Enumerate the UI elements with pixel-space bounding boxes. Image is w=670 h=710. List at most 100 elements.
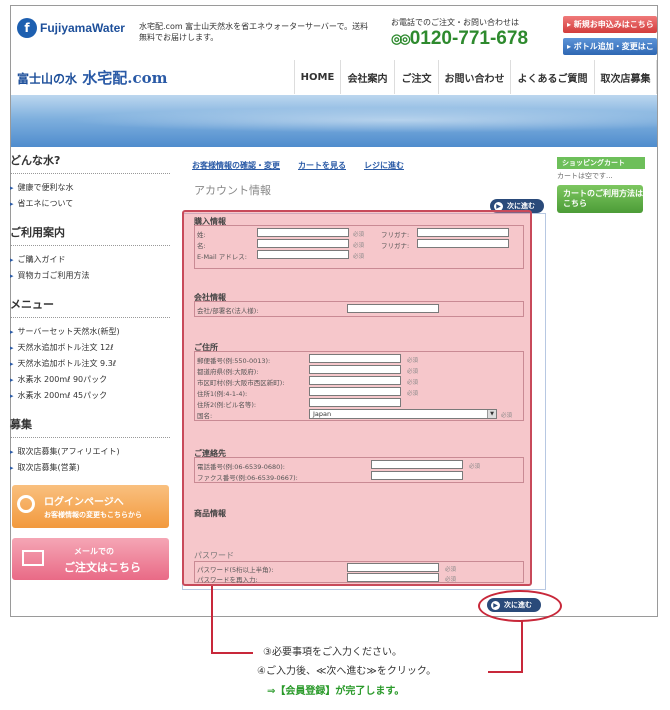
- sidebar-heading-recruit: 募集: [10, 416, 170, 438]
- fuji-logo-icon: f: [17, 18, 37, 38]
- postal-input[interactable]: [309, 354, 401, 363]
- instruction-complete: ⇒【会員登録】が完了します。: [267, 686, 405, 697]
- label-postal: 郵便番号(例:550-0013):: [197, 357, 271, 365]
- mail-order-button[interactable]: メールでの ご注文はこちら: [12, 538, 169, 580]
- nav-item-order[interactable]: ご注文: [395, 60, 439, 94]
- city-input[interactable]: [309, 376, 401, 385]
- site-logo[interactable]: f FujiyamaWater: [17, 18, 125, 38]
- sidebar-item-bottle-12[interactable]: 天然水追加ボトル注文 12ℓ: [10, 340, 170, 356]
- password-confirm-input[interactable]: [347, 573, 439, 582]
- address1-input[interactable]: [309, 387, 401, 396]
- label-prefecture: 都道府県(例:大阪府):: [197, 368, 259, 376]
- login-page-button[interactable]: ログインページへ お客様情報の変更もこちらから: [12, 485, 169, 528]
- envelope-icon: [22, 550, 44, 566]
- section-password-title: パスワード: [194, 551, 234, 560]
- nav-item-faq[interactable]: よくあるご質問: [511, 60, 595, 94]
- link-customer-info[interactable]: お客様情報の確認・変更: [192, 160, 280, 171]
- sidebar-heading-water: どんな水?: [10, 152, 170, 174]
- login-title: ログインページへ: [44, 497, 124, 508]
- nav-item-agent[interactable]: 取次店募集: [595, 60, 657, 94]
- sidebar-list-menu: サーバーセット天然水(新型) 天然水追加ボトル注文 12ℓ 天然水追加ボトル注文…: [10, 324, 170, 404]
- label-email: E-Mail アドレス:: [197, 253, 247, 261]
- nav-item-contact[interactable]: お問い合わせ: [439, 60, 511, 94]
- label-address1: 住所1(例:4-1-4):: [197, 390, 248, 398]
- sidebar-heading-guide: ご利用案内: [10, 224, 170, 246]
- logo-text: FujiyamaWater: [40, 21, 125, 35]
- instruction-step4: ④ご入力後、≪次へ進む≫をクリック。: [257, 666, 437, 677]
- site-header: f FujiyamaWater 水宅配.com 富士山天然水を省エネウォーターサ…: [11, 6, 657, 68]
- last-name-input[interactable]: [257, 228, 349, 237]
- required-mark: 必須: [501, 413, 513, 419]
- tel-number-text: 0120-771-678: [409, 28, 529, 49]
- password-input[interactable]: [347, 563, 439, 572]
- required-mark: 必須: [353, 232, 365, 238]
- shopping-cart-header: ショッピングカート: [557, 157, 645, 169]
- connector-line: [211, 652, 253, 654]
- tel-number[interactable]: ◎◎ 0120-771-678: [391, 28, 528, 50]
- kana-last-input[interactable]: [417, 228, 509, 237]
- sidebar-item-cart-guide[interactable]: 買物カゴご利用方法: [10, 268, 170, 284]
- link-checkout[interactable]: レジに進む: [364, 160, 404, 171]
- tel-label: お電話でのご注文・お問い合わせは: [391, 18, 519, 27]
- page-title: アカウント情報: [194, 184, 271, 197]
- sidebar-item-health[interactable]: 健康で便利な水: [10, 180, 170, 196]
- sidebar: どんな水? 健康で便利な水 省エネについて ご利用案内 ご購入ガイド 買物カゴご…: [10, 152, 170, 488]
- kana-first-input[interactable]: [417, 239, 509, 248]
- main-nav: 富士山の水 水宅配.com HOME 会社案内 ご注文 お問い合わせ よくあるご…: [11, 60, 657, 94]
- required-mark: 必須: [353, 243, 365, 249]
- label-phone: 電話番号(例:06-6539-0680):: [197, 463, 285, 471]
- link-view-cart[interactable]: カートを見る: [298, 160, 346, 171]
- label-kana-first: フリガナ:: [381, 242, 410, 250]
- required-mark: 必須: [407, 380, 419, 386]
- first-name-input[interactable]: [257, 239, 349, 248]
- required-mark: 必須: [407, 358, 419, 364]
- sidebar-item-bottle-93[interactable]: 天然水追加ボトル注文 9.3ℓ: [10, 356, 170, 372]
- label-last-name: 姓:: [197, 231, 206, 239]
- sidebar-item-hydrogen-45[interactable]: 水素水 200mℓ 45パック: [10, 388, 170, 404]
- connector-line: [211, 586, 213, 654]
- label-first-name: 名:: [197, 242, 206, 250]
- nav-list: HOME 会社案内 ご注文 お問い合わせ よくあるご質問 取次店募集: [294, 60, 657, 94]
- required-mark: 必須: [407, 391, 419, 397]
- brand-name: 水宅配.com: [82, 69, 168, 87]
- sidebar-item-sales[interactable]: 取次店募集(営業): [10, 460, 170, 476]
- sidebar-list-guide: ご購入ガイド 買物カゴご利用方法: [10, 252, 170, 284]
- sidebar-item-hydrogen-90[interactable]: 水素水 200mℓ 90パック: [10, 372, 170, 388]
- water-banner: [11, 95, 657, 147]
- nav-item-company[interactable]: 会社案内: [341, 60, 395, 94]
- email-input[interactable]: [257, 250, 349, 259]
- new-order-button[interactable]: ▸ 新規お申込みはこちら: [563, 16, 657, 33]
- phone-input[interactable]: [371, 460, 463, 469]
- required-mark: 必須: [407, 369, 419, 375]
- sidebar-item-server-set[interactable]: サーバーセット天然水(新型): [10, 324, 170, 340]
- account-links: お客様情報の確認・変更 カートを見る レジに進む: [192, 160, 404, 171]
- bottle-change-button[interactable]: ▸ ボトル追加・変更はこちら: [563, 38, 657, 68]
- sidebar-item-purchase-guide[interactable]: ご購入ガイド: [10, 252, 170, 268]
- brand-logo[interactable]: 富士山の水 水宅配.com: [17, 67, 167, 88]
- cart-help-button[interactable]: カートのご利用方法はこちら: [557, 185, 643, 213]
- label-city: 市区町村(例:大阪市西区新町):: [197, 379, 285, 387]
- instruction-step3: ③必要事項をご入力ください。: [263, 647, 402, 658]
- chevron-down-icon: ▼: [487, 410, 496, 418]
- fax-input[interactable]: [371, 471, 463, 480]
- company-input[interactable]: [347, 304, 439, 313]
- form-highlight-overlay: 購入情報 姓: 必須 フリガナ: 名: 必須 フリガナ: E-Mail アドレス…: [182, 210, 532, 586]
- next-button-highlight: [478, 590, 562, 622]
- country-value: Japan: [313, 410, 332, 418]
- label-company: 会社/部署名(法人様):: [197, 307, 259, 315]
- address2-input[interactable]: [309, 398, 401, 407]
- sidebar-heading-menu: メニュー: [10, 296, 170, 318]
- freedial-icon: ◎◎: [391, 31, 411, 46]
- country-select[interactable]: Japan ▼: [309, 409, 497, 419]
- key-icon: [17, 495, 35, 513]
- cart-empty-text: カートは空です...: [557, 172, 613, 180]
- section-purchase: 姓: 必須 フリガナ: 名: 必須 フリガナ: E-Mail アドレス: 必須: [194, 225, 524, 269]
- label-password-confirm: パスワードを再入力:: [197, 576, 258, 584]
- nav-item-home[interactable]: HOME: [295, 60, 341, 94]
- required-mark: 必須: [469, 464, 481, 470]
- sidebar-item-affiliate[interactable]: 取次店募集(アフィリエイト): [10, 444, 170, 460]
- sidebar-item-eco[interactable]: 省エネについて: [10, 196, 170, 212]
- section-address: 郵便番号(例:550-0013): 必須 都道府県(例:大阪府): 必須 市区町…: [194, 351, 524, 421]
- required-mark: 必須: [445, 577, 457, 583]
- prefecture-input[interactable]: [309, 365, 401, 374]
